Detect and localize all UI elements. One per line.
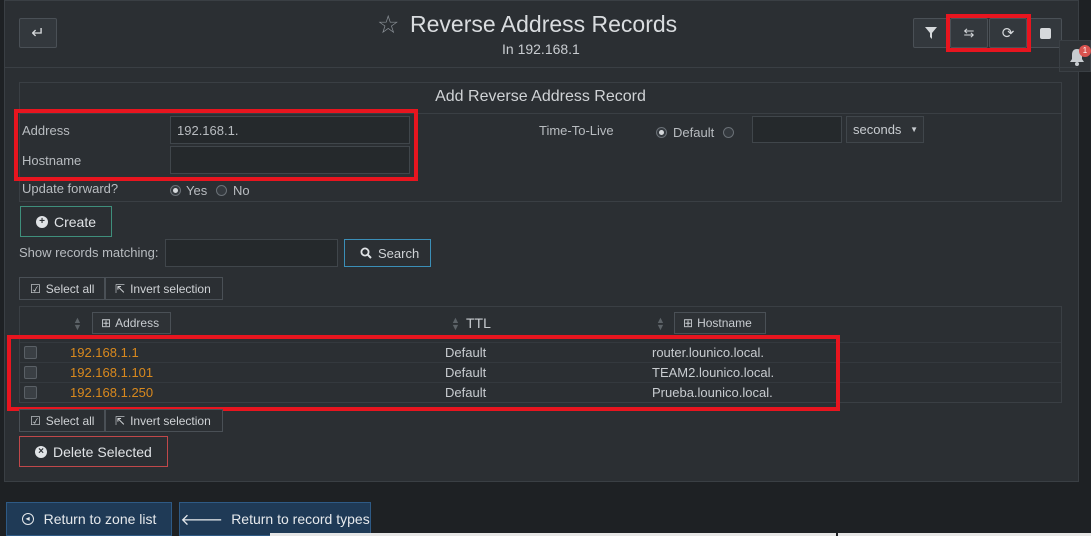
ttl-unit-value: seconds — [853, 122, 902, 137]
column-header-ttl[interactable]: TTL — [466, 315, 491, 331]
share-icon: ⇱ — [115, 281, 126, 296]
search-button[interactable]: Search — [344, 239, 431, 267]
return-to-record-types-label: Return to record types — [231, 511, 370, 527]
filter-button[interactable] — [913, 18, 949, 48]
column-header-hostname[interactable]: ⊞ Hostname — [674, 312, 766, 334]
sort-ttl-icon[interactable]: ▲ ▼ — [451, 316, 460, 333]
row-address-link[interactable]: 192.168.1.250 — [70, 385, 153, 400]
select-all-label-top: Select all — [45, 281, 95, 296]
ttl-label: Time-To-Live — [539, 123, 614, 138]
ttl-default-label: Default — [673, 125, 715, 140]
square-icon — [1039, 27, 1051, 39]
delete-selected-label: Delete Selected — [53, 443, 152, 460]
column-address-label: Address — [115, 316, 160, 330]
arrow-left-icon: 🡐 — [180, 511, 224, 529]
hostname-input[interactable] — [170, 146, 410, 174]
row-ttl: Default — [445, 345, 487, 360]
return-to-zone-list-button[interactable]: ◂ Return to zone list — [6, 502, 172, 536]
header-divider — [5, 67, 1078, 68]
table-row[interactable]: 192.168.1.250 Default Prueba.lounico.loc… — [20, 382, 1061, 402]
column-header-address[interactable]: ⊞ Address — [92, 312, 171, 334]
times-circle-icon: × — [35, 445, 47, 458]
table-row[interactable]: 192.168.1.1 Default router.lounico.local… — [20, 342, 1061, 362]
arrow-circle-left-icon: ◂ — [21, 513, 34, 525]
row-hostname: TEAM2.lounico.local. — [652, 365, 775, 380]
ttl-custom-radio[interactable] — [723, 125, 734, 140]
column-hostname-label: Hostname — [697, 316, 752, 330]
invert-selection-label-top: Invert selection — [130, 281, 211, 296]
search-input[interactable] — [165, 239, 338, 267]
checkbox-checked-icon: ☑ — [30, 413, 41, 428]
row-address-link[interactable]: 192.168.1.1 — [70, 345, 139, 360]
update-forward-label: Update forward? — [22, 181, 119, 196]
repeat-button[interactable]: ⇆ — [950, 18, 988, 48]
select-all-button-bottom[interactable]: ☑ Select all — [19, 409, 105, 432]
sort-hostname-icon[interactable]: ▲ ▼ — [656, 316, 665, 333]
ttl-input[interactable] — [752, 116, 842, 143]
refresh-icon: ⟳ — [1001, 25, 1015, 42]
row-checkbox[interactable] — [24, 386, 37, 399]
delete-selected-button[interactable]: × Delete Selected — [19, 436, 168, 467]
select-all-label-bottom: Select all — [45, 413, 95, 428]
checkbox-checked-icon: ☑ — [30, 281, 41, 296]
refresh-button[interactable]: ⟳ — [989, 18, 1027, 48]
return-to-record-types-button[interactable]: 🡐 Return to record types — [179, 502, 371, 536]
row-checkbox[interactable] — [24, 366, 37, 379]
plus-circle-icon: + — [36, 215, 48, 228]
page-title: Reverse Address Records — [410, 11, 678, 37]
update-forward-yes-radio[interactable] — [170, 183, 181, 198]
select-all-button-top[interactable]: ☑ Select all — [19, 277, 105, 300]
sort-address-icon[interactable]: ▲ ▼ — [73, 316, 82, 333]
search-button-label: Search — [378, 245, 420, 261]
address-label: Address — [22, 123, 70, 138]
create-button[interactable]: + Create — [20, 206, 112, 237]
table-row[interactable]: 192.168.1.101 Default TEAM2.lounico.loca… — [20, 362, 1061, 382]
invert-selection-button-bottom[interactable]: ⇱ Invert selection — [105, 409, 223, 432]
update-forward-no-radio[interactable] — [216, 183, 227, 198]
row-hostname: router.lounico.local. — [652, 345, 765, 360]
search-icon — [360, 247, 372, 259]
hostname-label: Hostname — [22, 153, 82, 168]
invert-selection-button-top[interactable]: ⇱ Invert selection — [105, 277, 223, 300]
row-ttl: Default — [445, 385, 487, 400]
address-input[interactable] — [170, 116, 410, 144]
row-hostname: Prueba.lounico.local. — [652, 385, 773, 400]
update-forward-no-label: No — [233, 183, 250, 198]
row-ttl: Default — [445, 365, 487, 380]
star-icon[interactable]: ☆ — [377, 11, 399, 39]
update-forward-yes-label: Yes — [186, 183, 208, 198]
back-button[interactable]: ↵ — [19, 18, 57, 48]
share-icon: ⇱ — [115, 413, 126, 428]
search-label: Show records matching: — [19, 245, 159, 260]
expand-icon: ⊞ — [683, 316, 694, 330]
chevron-down-icon: ▼ — [910, 125, 918, 134]
create-label: Create — [54, 213, 97, 230]
ttl-default-radio[interactable] — [656, 125, 667, 140]
repeat-icon: ⇆ — [963, 25, 975, 40]
ttl-unit-select[interactable]: seconds ▼ — [846, 116, 924, 143]
expand-icon: ⊞ — [101, 316, 112, 330]
form-title: Add Reverse Address Record — [19, 82, 1062, 114]
square-button[interactable] — [1028, 18, 1062, 48]
page-subtitle: In 192.168.1 — [502, 41, 580, 57]
row-address-link[interactable]: 192.168.1.101 — [70, 365, 153, 380]
return-to-zone-list-label: Return to zone list — [43, 511, 157, 527]
return-arrow-icon: ↵ — [31, 25, 45, 42]
notification-badge: 1 — [1079, 45, 1091, 57]
row-checkbox[interactable] — [24, 346, 37, 359]
invert-selection-label-bottom: Invert selection — [130, 413, 211, 428]
filter-icon — [925, 27, 937, 39]
